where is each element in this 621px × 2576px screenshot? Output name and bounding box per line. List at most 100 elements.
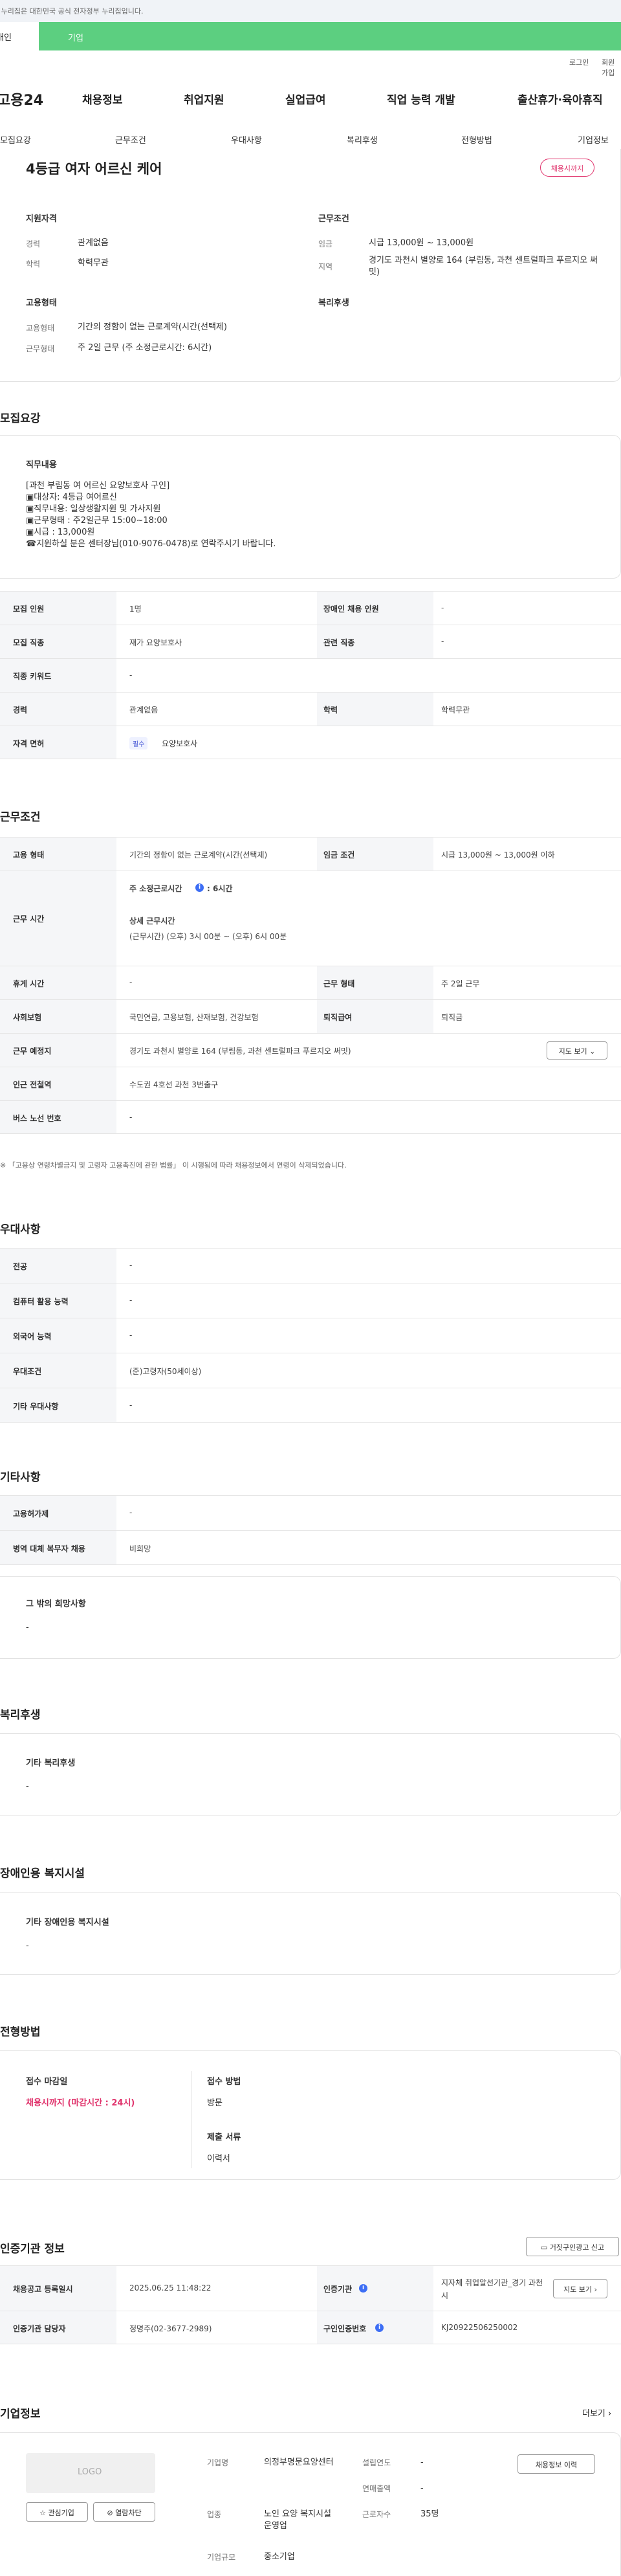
pref-value: - [129, 1401, 133, 1410]
form-value: 주 2일 근무 [441, 979, 480, 988]
hours-label: 근무 시간 [13, 915, 45, 924]
docs-heading: 제출 서류 [207, 2133, 241, 2142]
pref-label: 기타 우대사항 [13, 1402, 59, 1411]
info-icon[interactable]: i [195, 883, 204, 892]
table-row: 고용 형태 기간의 정함이 없는 근로계약(시간(선택제) 임금 조건 시급 1… [0, 837, 621, 871]
subway-value: 수도권 4호선 과천 3번출구 [129, 1080, 219, 1089]
sales-label: 연매출액 [362, 2484, 391, 2493]
site-logo[interactable]: 고용24 [0, 89, 43, 109]
hours-detail-value: (근무시간) (오후) 3시 00분 ~ (오후) 6시 00분 [129, 932, 287, 941]
deadline-badge-text: 채용시까지 [550, 164, 584, 173]
career-value: 관계없음 [78, 238, 109, 248]
other-wishes-card [0, 1576, 621, 1659]
table-row: 인근 전철역 수도권 4호선 과천 3번출구 [0, 1067, 621, 1100]
user-type-tabs: 개인 기업 [0, 22, 621, 50]
section-company-heading: 기업정보 [0, 2408, 41, 2421]
login-link[interactable]: 로그인 [569, 57, 589, 67]
gnb-training[interactable]: 직업 능력 개발 [387, 91, 455, 107]
tab-company[interactable]: 기업 [39, 22, 621, 50]
section-welfare-heading: 복리후생 [0, 1709, 41, 1722]
work-type-label: 근무형태 [26, 344, 55, 353]
deadline-value: 채용시까지 (마감시간 : 24시) [26, 2098, 135, 2108]
cert-map-button[interactable]: 지도 보기 › [553, 2279, 607, 2298]
tab-personal-label: 개인 [0, 33, 12, 43]
table-row: 휴게 시간 - 근무 형태 주 2일 근무 [0, 966, 621, 999]
duty-heading: 직무내용 [26, 460, 57, 470]
pref-value: (준)고령자(50세이상) [129, 1367, 202, 1376]
method-value: 방문 [207, 2098, 223, 2108]
info-icon[interactable]: i [375, 2324, 384, 2332]
favorite-company-button[interactable]: ☆ 관심기업 [26, 2502, 88, 2522]
join-link[interactable]: 회원가입 [602, 57, 621, 78]
military-label: 병역 대체 복무자 채용 [13, 1544, 85, 1553]
industry-label: 업종 [207, 2510, 222, 2519]
related-value: - [441, 637, 444, 646]
pref-value: - [129, 1331, 133, 1340]
subnav-welfare[interactable]: 복리후생 [347, 133, 378, 146]
military-value: 비희망 [129, 1544, 151, 1553]
table-row: 기타 우대사항 - [0, 1388, 621, 1423]
wage-label: 임금 [318, 239, 333, 249]
condition-heading: 근무조건 [318, 214, 349, 224]
block-company-button[interactable]: ⊘ 열람차단 [93, 2502, 155, 2522]
disabled-value: - [441, 603, 444, 612]
gov-banner-text: 이 누리집은 대한민국 공식 전자정부 누리집입니다. [0, 7, 144, 16]
company-more-link[interactable]: 더보기 › [582, 2406, 611, 2419]
place-label: 근무 예정지 [13, 1047, 52, 1056]
emp-type-value: 기간의 정함이 없는 근로계약(시간(선택제) [78, 322, 227, 332]
job-title: 4등급 여자 어르신 케어 [26, 161, 162, 177]
hours-detail-heading: 상세 근무시간 [129, 916, 175, 926]
edu-value-table: 학력무관 [441, 705, 470, 715]
edu-label: 학력 [26, 260, 41, 269]
chevron-right-icon: › [594, 2285, 597, 2294]
process-card [0, 2050, 621, 2180]
subnav-conditions[interactable]: 근무조건 [115, 133, 146, 146]
welfare-card [0, 1733, 621, 1816]
gnb-leave[interactable]: 출산휴가·육아휴직 [518, 91, 603, 107]
duty-line: ▣직무내용: 일상생활지원 및 가사지원 [26, 504, 161, 514]
table-row: 근무 예정지 경기도 과천시 별양로 164 (부림동, 과천 센트럴파크 푸르… [0, 1033, 621, 1067]
gnb-jobs[interactable]: 채용정보 [82, 91, 123, 107]
disability-box-value: - [26, 1941, 29, 1951]
table-row: 버스 노선 번호 - [0, 1100, 621, 1134]
report-false-ad-button[interactable]: ▭ 거짓구인광고 신고 [526, 2237, 619, 2256]
subnav-company[interactable]: 기업정보 [578, 133, 609, 146]
info-icon[interactable]: i [359, 2284, 367, 2293]
career-value-table: 관계없음 [129, 705, 158, 715]
employees-value: 35명 [420, 2509, 439, 2519]
wage-cond-label: 임금 조건 [323, 850, 355, 860]
disabled-label: 장애인 채용 인원 [323, 605, 379, 614]
tab-company-label: 기업 [68, 34, 83, 43]
headcount-value: 1명 [129, 605, 142, 614]
other-wishes-heading: 그 밖의 희망사항 [26, 1599, 86, 1609]
employment-heading: 고용형태 [26, 298, 57, 308]
table-row: 병역 대체 복무자 채용 비희망 [0, 1530, 621, 1565]
table-row: 근무 시간 주 소정근로시간 i : 6시간 상세 근무시간 (근무시간) (오… [0, 871, 621, 966]
gov-banner: 이 누리집은 대한민국 공식 전자정부 누리집입니다. [0, 0, 621, 22]
manager-value: 정명주(02-3677-2989) [129, 2324, 212, 2333]
gnb-employment-support[interactable]: 취업지원 [184, 91, 224, 107]
subnav-preference[interactable]: 우대사항 [231, 133, 262, 146]
map-button[interactable]: 지도 보기 ⌄ [547, 1041, 607, 1060]
pref-label: 외국어 능력 [13, 1332, 52, 1341]
section-disability-heading: 장애인용 복지시설 [0, 1867, 85, 1880]
career-label-table: 경력 [13, 705, 28, 715]
other-wishes-value: - [26, 1623, 29, 1632]
pref-label: 우대조건 [13, 1367, 42, 1376]
gnb-unemployment[interactable]: 실업급여 [285, 91, 326, 107]
recruit-history-button[interactable]: 채용정보 이력 [518, 2454, 595, 2474]
map-button-label: 지도 보기 [558, 1047, 587, 1056]
subnav-recruit[interactable]: 모집요강 [0, 133, 31, 146]
subnav-process[interactable]: 전형방법 [461, 133, 492, 146]
star-icon: ☆ [39, 2509, 46, 2517]
docs-value: 이력서 [207, 2154, 230, 2164]
table-row: 전공 - [0, 1248, 621, 1283]
tab-personal[interactable]: 개인 [0, 22, 39, 50]
company-size-label: 기업규모 [207, 2553, 236, 2562]
wage-value: 시급 13,000원 ~ 13,000원 [369, 238, 474, 248]
work-type-value: 주 2일 근무 (주 소정근로시간: 6시간) [78, 343, 212, 353]
section-preference-heading: 우대사항 [0, 1223, 41, 1236]
founded-label: 설립연도 [362, 2458, 391, 2467]
method-heading: 접수 방법 [207, 2077, 241, 2087]
subsidy-label: 고용허가제 [13, 1509, 49, 1518]
